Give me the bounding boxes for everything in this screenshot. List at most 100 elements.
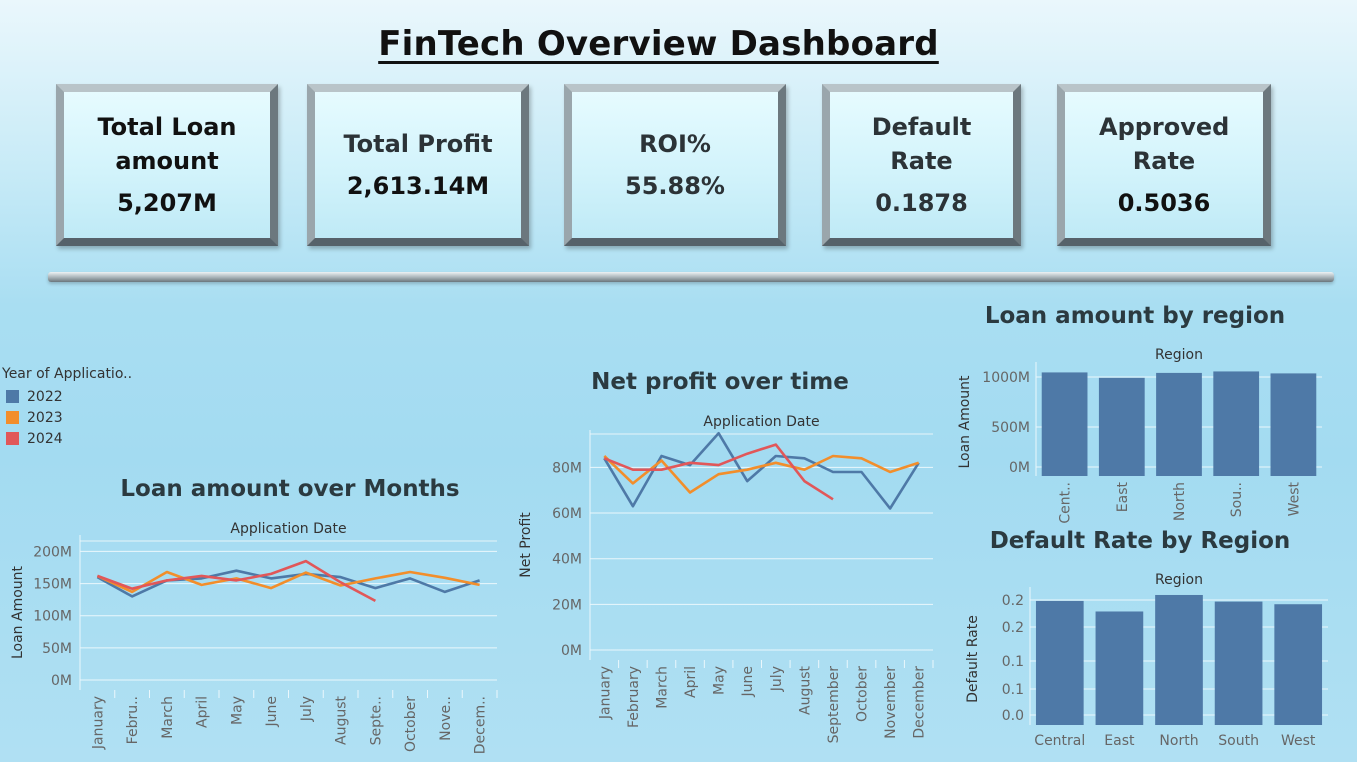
y-tick-label: 0.1 [1002, 682, 1024, 698]
y-tick-label: 0M [1009, 460, 1030, 476]
x-axis-title: Application Date [230, 521, 346, 537]
x-tick-label: November [883, 666, 899, 739]
kpi-value: 0.1878 [875, 189, 968, 217]
divider-bar [48, 272, 1334, 282]
bar [1274, 604, 1323, 725]
y-axis-title: Loan Amount [10, 565, 26, 659]
legend-swatch [6, 390, 19, 403]
x-tick-label: Decem.. [473, 696, 489, 754]
kpi-roi[interactable]: ROI% 55.88% [564, 84, 786, 246]
y-tick-label: 60M [552, 506, 582, 522]
x-tick-label: February [626, 666, 642, 728]
kpi-default-rate[interactable]: Default Rate 0.1878 [822, 84, 1021, 246]
x-tick-label: Nove.. [438, 696, 454, 741]
x-tick-label: April [683, 666, 699, 698]
y-tick-label: 500M [991, 420, 1030, 436]
bar [1035, 600, 1084, 725]
bar [1214, 601, 1263, 725]
x-tick-label: West [1281, 733, 1316, 749]
loan-over-months-chart[interactable]: Application Date Loan Amount 0M 50M 100M 150M… [0, 510, 520, 760]
bar [1156, 372, 1202, 476]
net-profit-chart[interactable]: Application Date Net Profit 0M 20M 40M 60M 80M… [510, 405, 950, 750]
kpi-label: Total Profit [343, 130, 493, 158]
x-tick-label: North [1172, 482, 1188, 521]
x-tick-label: August [797, 665, 813, 715]
x-tick-label: May [229, 696, 245, 725]
default-region-title: Default Rate by Region [989, 528, 1291, 554]
x-tick-label: June [740, 666, 756, 698]
loan-region-title: Loan amount by region [984, 303, 1286, 329]
bar [1041, 372, 1088, 476]
legend-item-2023[interactable]: 2023 [2, 407, 132, 428]
y-tick-label: 0.2 [1002, 620, 1024, 636]
x-tick-label: North [1159, 733, 1198, 749]
legend-item-2022[interactable]: 2022 [2, 386, 132, 407]
y-axis-title: Loan Amount [957, 375, 973, 469]
kpi-label: Approved Rate [1099, 113, 1230, 175]
y-tick-label: 200M [33, 544, 72, 560]
bar [1270, 373, 1317, 476]
year-legend[interactable]: Year of Applicatio.. 2022 2023 2024 [2, 366, 132, 449]
x-tick-label: August [334, 695, 350, 745]
x-tick-label: Cent.. [1058, 482, 1074, 524]
x-tick-label: Febru.. [125, 696, 141, 744]
default-by-region-chart[interactable]: Region Default Rate 0.0 0.1 0.1 0.2 0.2 Central… [950, 565, 1350, 757]
y-tick-label: 40M [552, 552, 582, 568]
y-tick-label: 50M [42, 641, 72, 657]
kpi-value: 2,613.14M [346, 172, 490, 200]
bar [1155, 594, 1203, 725]
y-axis-title: Net Profit [518, 512, 534, 578]
y-tick-label: 0M [561, 643, 582, 659]
x-tick-label: October [855, 666, 871, 722]
y-tick-label: 100M [33, 609, 72, 625]
x-tick-label: March [160, 696, 176, 739]
kpi-approved-rate[interactable]: Approved Rate 0.5036 [1057, 84, 1271, 246]
bar [1095, 611, 1144, 725]
kpi-label: Total Loan amount [97, 113, 237, 175]
x-tick-label: July [769, 666, 785, 692]
x-tick-label: Sou.. [1229, 482, 1245, 517]
kpi-label: Default Rate [871, 113, 972, 175]
dashboard-title: FinTech Overview Dashboard [378, 24, 939, 64]
x-tick-label: October [403, 696, 419, 752]
legend-label: 2022 [27, 388, 63, 405]
y-tick-label: 80M [552, 460, 582, 476]
x-tick-label: December [912, 666, 928, 739]
x-tick-label: June [264, 696, 280, 728]
legend-label: 2023 [27, 409, 63, 426]
legend-swatch [6, 432, 19, 445]
x-tick-label: January [90, 696, 106, 750]
legend-item-2024[interactable]: 2024 [2, 428, 132, 449]
y-tick-label: 1000M [982, 370, 1030, 386]
x-tick-label: East [1115, 482, 1131, 513]
bar [1213, 371, 1260, 476]
loan-by-region-chart[interactable]: Region Loan Amount 0M 500M 1000M Cent.. East No… [950, 340, 1350, 525]
x-tick-label: January [597, 666, 613, 720]
kpi-total-profit[interactable]: Total Profit 2,613.14M [307, 84, 529, 246]
series-line-2024 [96, 559, 377, 603]
y-tick-label: 0M [51, 673, 72, 689]
kpi-value: 0.5036 [1117, 189, 1211, 217]
bar [1098, 377, 1145, 476]
x-tick-label: July [299, 696, 315, 722]
kpi-label: ROI% [639, 130, 711, 158]
x-tick-label: East [1104, 733, 1135, 749]
x-axis-title: Region [1155, 347, 1203, 363]
x-axis-title: Region [1155, 572, 1203, 588]
y-tick-label: 20M [552, 597, 582, 613]
kpi-total-loan[interactable]: Total Loan amount 5,207M [56, 84, 278, 246]
y-tick-label: 0.0 [1002, 708, 1024, 724]
y-tick-label: 0.2 [1002, 593, 1024, 609]
x-tick-label: September [826, 666, 842, 744]
x-tick-label: Septe.. [368, 696, 384, 745]
loan-months-title: Loan amount over Months [120, 476, 460, 502]
x-tick-label: South [1218, 733, 1259, 749]
x-tick-label: March [654, 666, 670, 709]
x-tick-label: West [1286, 481, 1302, 516]
x-tick-label: April [195, 696, 211, 728]
legend-label: 2024 [27, 430, 63, 447]
kpi-value: 5,207M [117, 189, 217, 217]
kpi-value: 55.88% [625, 172, 725, 200]
legend-swatch [6, 411, 19, 424]
y-axis-title: Default Rate [965, 615, 981, 703]
